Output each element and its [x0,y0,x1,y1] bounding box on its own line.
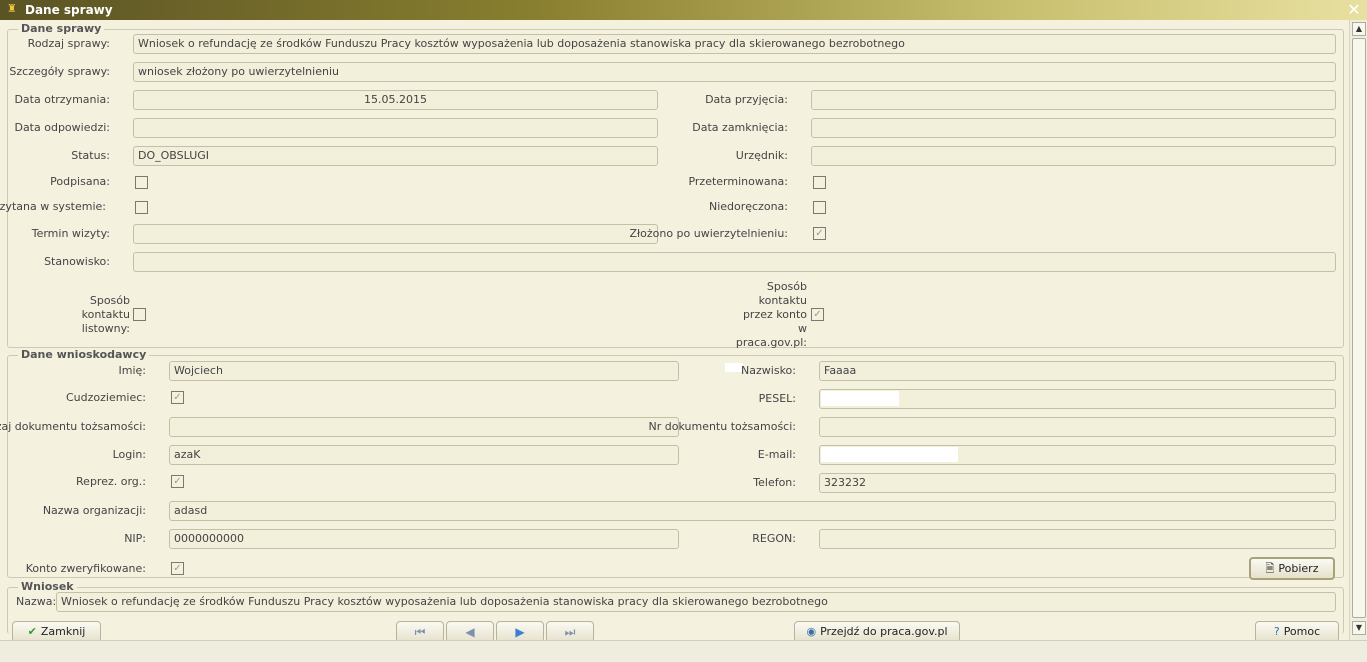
help-button-label: Pomoc [1283,625,1321,638]
case-details-label: Szczegóły sprawy: [9,65,110,78]
case-type-field[interactable]: Wniosek o refundację ze środków Funduszu… [133,34,1336,54]
scroll-up-icon[interactable]: ▲ [1352,22,1366,36]
organization-name-label: Nazwa organizacji: [42,504,146,517]
go-to-praca-gov-label: Przejdź do praca.gov.pl [820,625,948,638]
contact-by-mail-checkbox[interactable] [133,308,146,321]
close-window-button[interactable]: ✕ [1346,0,1362,20]
globe-icon: ◉ [806,625,817,638]
first-name-field[interactable]: Wojciech [169,361,679,381]
main-content: Dane sprawy Rodzaj sprawy: Wniosek o ref… [0,20,1349,643]
request-name-label: Nazwa: [16,595,57,608]
undelivered-label: Niedoręczona: [708,200,788,213]
nip-field[interactable]: 0000000000 [169,529,679,549]
last-record-icon: ⏭ [564,625,576,639]
email-redacted [821,447,958,462]
overdue-label: Przeterminowana: [688,175,788,188]
scroll-thumb[interactable] [1352,38,1366,618]
submitted-after-auth-checkbox[interactable]: ✓ [813,227,826,240]
submitted-after-auth-label: Złożono po uwierzytelnieniu: [629,227,788,240]
check-icon: ✔ [27,625,37,638]
signed-label: Podpisana: [50,175,110,188]
case-data-group-title: Dane sprawy [18,22,105,36]
regon-label: REGON: [752,532,796,545]
account-verified-label: Konto zweryfikowane: [25,562,146,575]
visit-date-field[interactable] [133,224,658,244]
first-record-icon: ⏮ [414,625,426,639]
pesel-redacted [821,391,899,406]
first-name-label: Imię: [118,364,147,377]
id-document-number-label: Nr dokumentu tożsamości: [648,420,796,433]
regon-field[interactable] [819,529,1336,549]
last-name-label: Nazwisko: [741,364,796,377]
account-verified-checkbox[interactable]: ✓ [171,562,184,575]
vertical-scrollbar[interactable]: ▲ ▼ [1349,20,1367,640]
contact-by-mail-label: Sposób kontaktu listowny: [81,294,130,335]
fetch-button[interactable]: 🗎 Pobierz [1249,557,1335,580]
case-details-field[interactable]: wniosek złożony po uwierzytelnieniu [133,62,1336,82]
position-field[interactable] [133,252,1336,272]
document-icon: 🗎 [1265,562,1275,575]
phone-field[interactable]: 323232 [819,473,1336,493]
close-button-label: Zamknij [40,625,86,638]
window-title: Dane sprawy [25,3,113,17]
scroll-down-icon[interactable]: ▼ [1352,621,1366,635]
email-label: E-mail: [757,448,796,461]
fetch-button-label: Pobierz [1278,562,1319,575]
closed-date-label: Data zamknięcia: [692,121,788,134]
response-date-label: Data odpowiedzi: [14,121,110,134]
officer-field[interactable] [811,146,1336,166]
next-record-icon: ▶ [515,625,525,639]
id-document-type-field[interactable] [169,417,679,437]
foreigner-checkbox[interactable]: ✓ [171,391,184,404]
case-type-label: Rodzaj sprawy: [27,37,110,50]
status-label: Status: [71,149,110,162]
phone-label: Telefon: [753,476,796,489]
app-icon: ♜ [7,2,17,15]
loaded-in-system-checkbox[interactable] [135,201,148,214]
nip-label: NIP: [124,532,146,545]
id-document-number-field[interactable] [819,417,1336,437]
position-label: Stanowisko: [44,255,110,268]
foreigner-label: Cudzoziemiec: [65,391,146,404]
request-name-field[interactable]: Wniosek o refundację ze środków Funduszu… [56,592,1336,612]
last-name-field[interactable]: Faaaa [819,361,1336,381]
represents-org-checkbox[interactable]: ✓ [171,475,184,488]
organization-name-field[interactable]: adasd [169,501,1336,521]
visit-date-label: Termin wizyty: [31,227,110,240]
contact-by-account-label: Sposób kontaktu przez konto w praca.gov.… [735,280,807,349]
overdue-checkbox[interactable] [813,176,826,189]
applicant-data-group-title: Dane wnioskodawcy [18,348,150,362]
accepted-date-label: Data przyjęcia: [705,93,788,106]
closed-date-field[interactable] [811,118,1336,138]
login-label: Login: [112,448,146,461]
signed-checkbox[interactable] [135,176,148,189]
response-date-field[interactable] [133,118,658,138]
help-icon: ? [1273,625,1280,638]
title-bar: ♜ Dane sprawy ✕ [0,0,1367,20]
represents-org-label: Reprez. org.: [76,475,146,488]
contact-by-account-checkbox[interactable]: ✓ [811,308,824,321]
accepted-date-field[interactable] [811,90,1336,110]
pesel-label: PESEL: [758,392,796,405]
status-field[interactable]: DO_OBSLUGI [133,146,658,166]
undelivered-checkbox[interactable] [813,201,826,214]
previous-record-icon: ◀ [465,625,475,639]
received-date-field[interactable]: 15.05.2015 [133,90,658,110]
received-date-label: Data otrzymania: [14,93,110,106]
id-document-type-label: Rodzaj dokumentu tożsamości: [0,420,146,433]
officer-label: Urzędnik: [735,149,788,162]
status-bar [0,640,1367,662]
loaded-in-system-label: Wczytana w systemie: [0,200,106,213]
login-field[interactable]: azaK [169,445,679,465]
